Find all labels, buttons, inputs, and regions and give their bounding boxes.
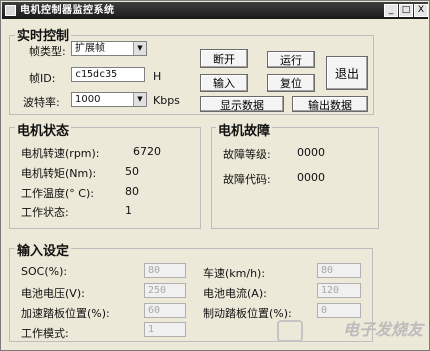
soc-input[interactable]: 80 <box>144 263 186 278</box>
battery-current-label: 电池电流(A): <box>203 287 267 300</box>
exit-button[interactable]: 退出 <box>326 56 368 90</box>
work-temp-value: 80 <box>125 185 139 198</box>
chevron-down-icon[interactable]: ▼ <box>133 93 146 106</box>
frame-type-select[interactable]: 扩展帧 ▼ <box>71 41 147 56</box>
battery-voltage-label: 电池电压(V): <box>21 287 85 300</box>
fault-level-value: 0000 <box>297 146 325 159</box>
chevron-down-icon[interactable]: ▼ <box>133 42 146 55</box>
motor-speed-label: 电机转速(rpm): <box>21 147 100 160</box>
motor-status-title: 电机状态 <box>15 120 72 139</box>
motor-speed-value: 6720 <box>133 145 161 158</box>
fault-code-label: 故障代码: <box>223 173 271 186</box>
realtime-control-title: 实时控制 <box>15 25 72 44</box>
work-mode-input[interactable]: 1 <box>144 322 186 337</box>
maximize-button[interactable]: □ <box>399 4 413 17</box>
work-mode-label: 工作模式: <box>21 327 69 340</box>
watermark-logo-icon <box>277 320 303 342</box>
close-button[interactable]: X <box>414 4 428 17</box>
app-icon <box>5 5 16 16</box>
input-button[interactable]: 输入 <box>200 74 248 92</box>
baud-rate-value: 1000 <box>75 94 101 105</box>
motor-torque-label: 电机转矩(Nm): <box>21 167 97 180</box>
baud-rate-select[interactable]: 1000 ▼ <box>71 92 147 107</box>
show-data-button[interactable]: 显示数据 <box>200 96 284 112</box>
minimize-button[interactable]: _ <box>384 4 398 17</box>
battery-current-input[interactable]: 120 <box>317 283 361 298</box>
vehicle-speed-input[interactable]: 80 <box>317 263 361 278</box>
watermark-text: 电子发烧友 <box>342 320 423 339</box>
fault-code-value: 0000 <box>297 171 325 184</box>
input-settings-title: 输入设定 <box>15 240 72 259</box>
frame-type-value: 扩展帧 <box>75 43 105 54</box>
output-data-button[interactable]: 输出数据 <box>292 96 368 112</box>
frame-type-label: 帧类型: <box>29 45 66 58</box>
work-state-value: 1 <box>125 204 132 217</box>
brake-pedal-label: 制动踏板位置(%): <box>203 307 292 320</box>
baud-rate-unit: Kbps <box>153 94 180 107</box>
window-title: 电机控制器监控系统 <box>20 5 115 16</box>
work-temp-label: 工作温度(° C): <box>21 187 94 200</box>
vehicle-speed-label: 车速(km/h): <box>203 267 266 280</box>
disconnect-button[interactable]: 断开 <box>200 49 248 68</box>
frame-id-input[interactable]: c15dc35 <box>71 67 145 82</box>
app-window: 电机控制器监控系统 _ □ X 实时控制 帧类型: 扩展帧 ▼ 帧ID: c15… <box>0 0 430 351</box>
work-state-label: 工作状态: <box>21 206 69 219</box>
accel-pedal-input[interactable]: 60 <box>144 303 186 318</box>
motor-torque-value: 50 <box>125 165 139 178</box>
motor-fault-title: 电机故障 <box>216 120 273 139</box>
battery-voltage-input[interactable]: 250 <box>144 283 186 298</box>
fault-level-label: 故障等级: <box>223 148 271 161</box>
title-bar[interactable]: 电机控制器监控系统 _ □ X <box>2 2 428 19</box>
baud-rate-label: 波特率: <box>23 96 60 109</box>
reset-button[interactable]: 复位 <box>267 74 315 92</box>
accel-pedal-label: 加速踏板位置(%): <box>21 307 110 320</box>
soc-label: SOC(%): <box>21 265 68 278</box>
frame-id-label: 帧ID: <box>29 72 56 85</box>
frame-id-unit: H <box>153 70 162 83</box>
run-button[interactable]: 运行 <box>267 51 315 68</box>
